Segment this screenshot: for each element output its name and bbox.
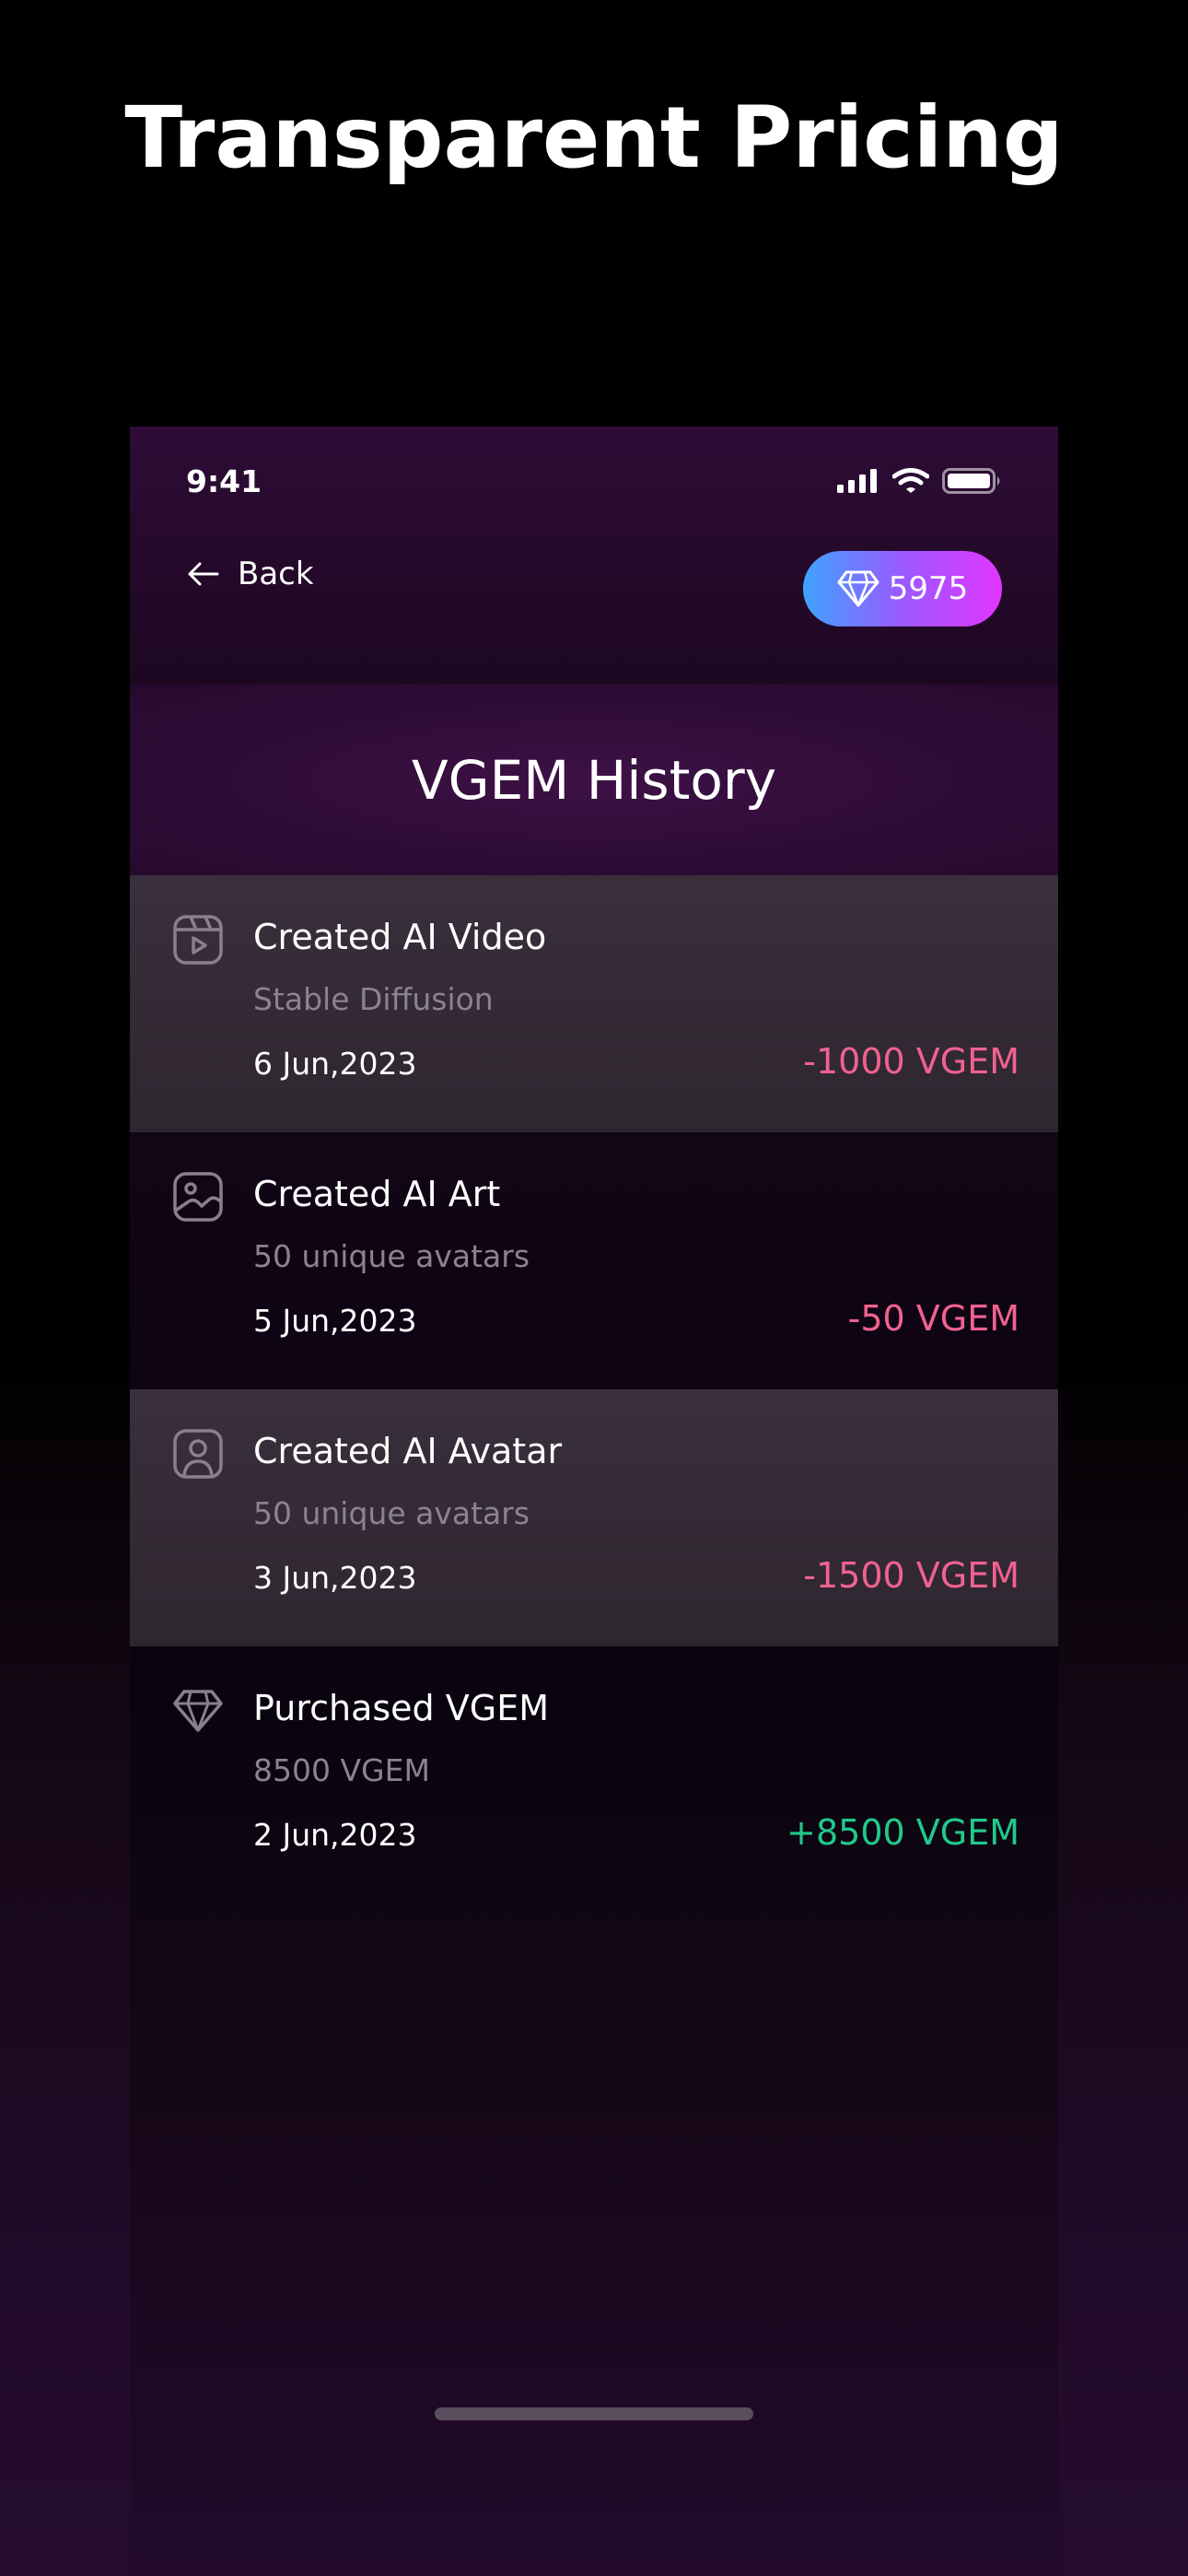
item-subtitle: 50 unique avatars <box>253 1238 530 1274</box>
item-title: Created AI Video <box>253 917 547 957</box>
item-date: 6 Jun,2023 <box>253 1046 417 1082</box>
item-date: 5 Jun,2023 <box>253 1303 417 1339</box>
history-item[interactable]: Created AI Art 50 unique avatars 5 Jun,2… <box>130 1132 1058 1389</box>
item-title: Purchased VGEM <box>253 1688 549 1728</box>
status-icons <box>837 467 1003 495</box>
back-button[interactable]: Back <box>188 551 314 597</box>
status-time: 9:41 <box>186 463 262 499</box>
item-amount: -50 VGEM <box>847 1298 1019 1339</box>
item-date: 2 Jun,2023 <box>253 1817 417 1853</box>
item-subtitle: Stable Diffusion <box>253 981 494 1017</box>
avatar-icon <box>173 1429 223 1479</box>
history-item[interactable]: Created AI Video Stable Diffusion 6 Jun,… <box>130 875 1058 1132</box>
back-label: Back <box>238 556 314 592</box>
item-subtitle: 50 unique avatars <box>253 1495 530 1531</box>
history-item[interactable]: Purchased VGEM 8500 VGEM 2 Jun,2023 +850… <box>130 1646 1058 1903</box>
home-indicator[interactable] <box>435 2407 753 2420</box>
item-title: Created AI Art <box>253 1174 501 1214</box>
battery-icon <box>942 468 1000 494</box>
item-date: 3 Jun,2023 <box>253 1560 417 1596</box>
history-list: Created AI Video Stable Diffusion 6 Jun,… <box>130 875 1058 1903</box>
balance-badge[interactable]: 5975 <box>803 551 1002 626</box>
item-title: Created AI Avatar <box>253 1431 563 1471</box>
page-header: VGEM History <box>130 685 1058 875</box>
item-amount: +8500 VGEM <box>786 1812 1019 1853</box>
item-amount: -1500 VGEM <box>803 1555 1019 1596</box>
phone-screen: 9:41 Back 5975 VGEM History Created AI V… <box>130 427 1058 2576</box>
promo-title: Transparent Pricing <box>124 88 1064 187</box>
page-title: VGEM History <box>411 748 777 812</box>
image-icon <box>173 1172 223 1222</box>
top-bar: 9:41 Back 5975 <box>130 427 1058 685</box>
history-item[interactable]: Created AI Avatar 50 unique avatars 3 Ju… <box>130 1389 1058 1646</box>
balance-value: 5975 <box>888 570 969 607</box>
diamond-icon <box>837 570 879 607</box>
arrow-left-icon <box>188 562 219 586</box>
item-subtitle: 8500 VGEM <box>253 1752 430 1788</box>
wifi-icon <box>892 468 929 493</box>
cellular-signal-icon <box>837 469 877 493</box>
item-amount: -1000 VGEM <box>803 1041 1019 1082</box>
video-icon <box>173 915 223 965</box>
diamond-icon <box>173 1690 223 1732</box>
